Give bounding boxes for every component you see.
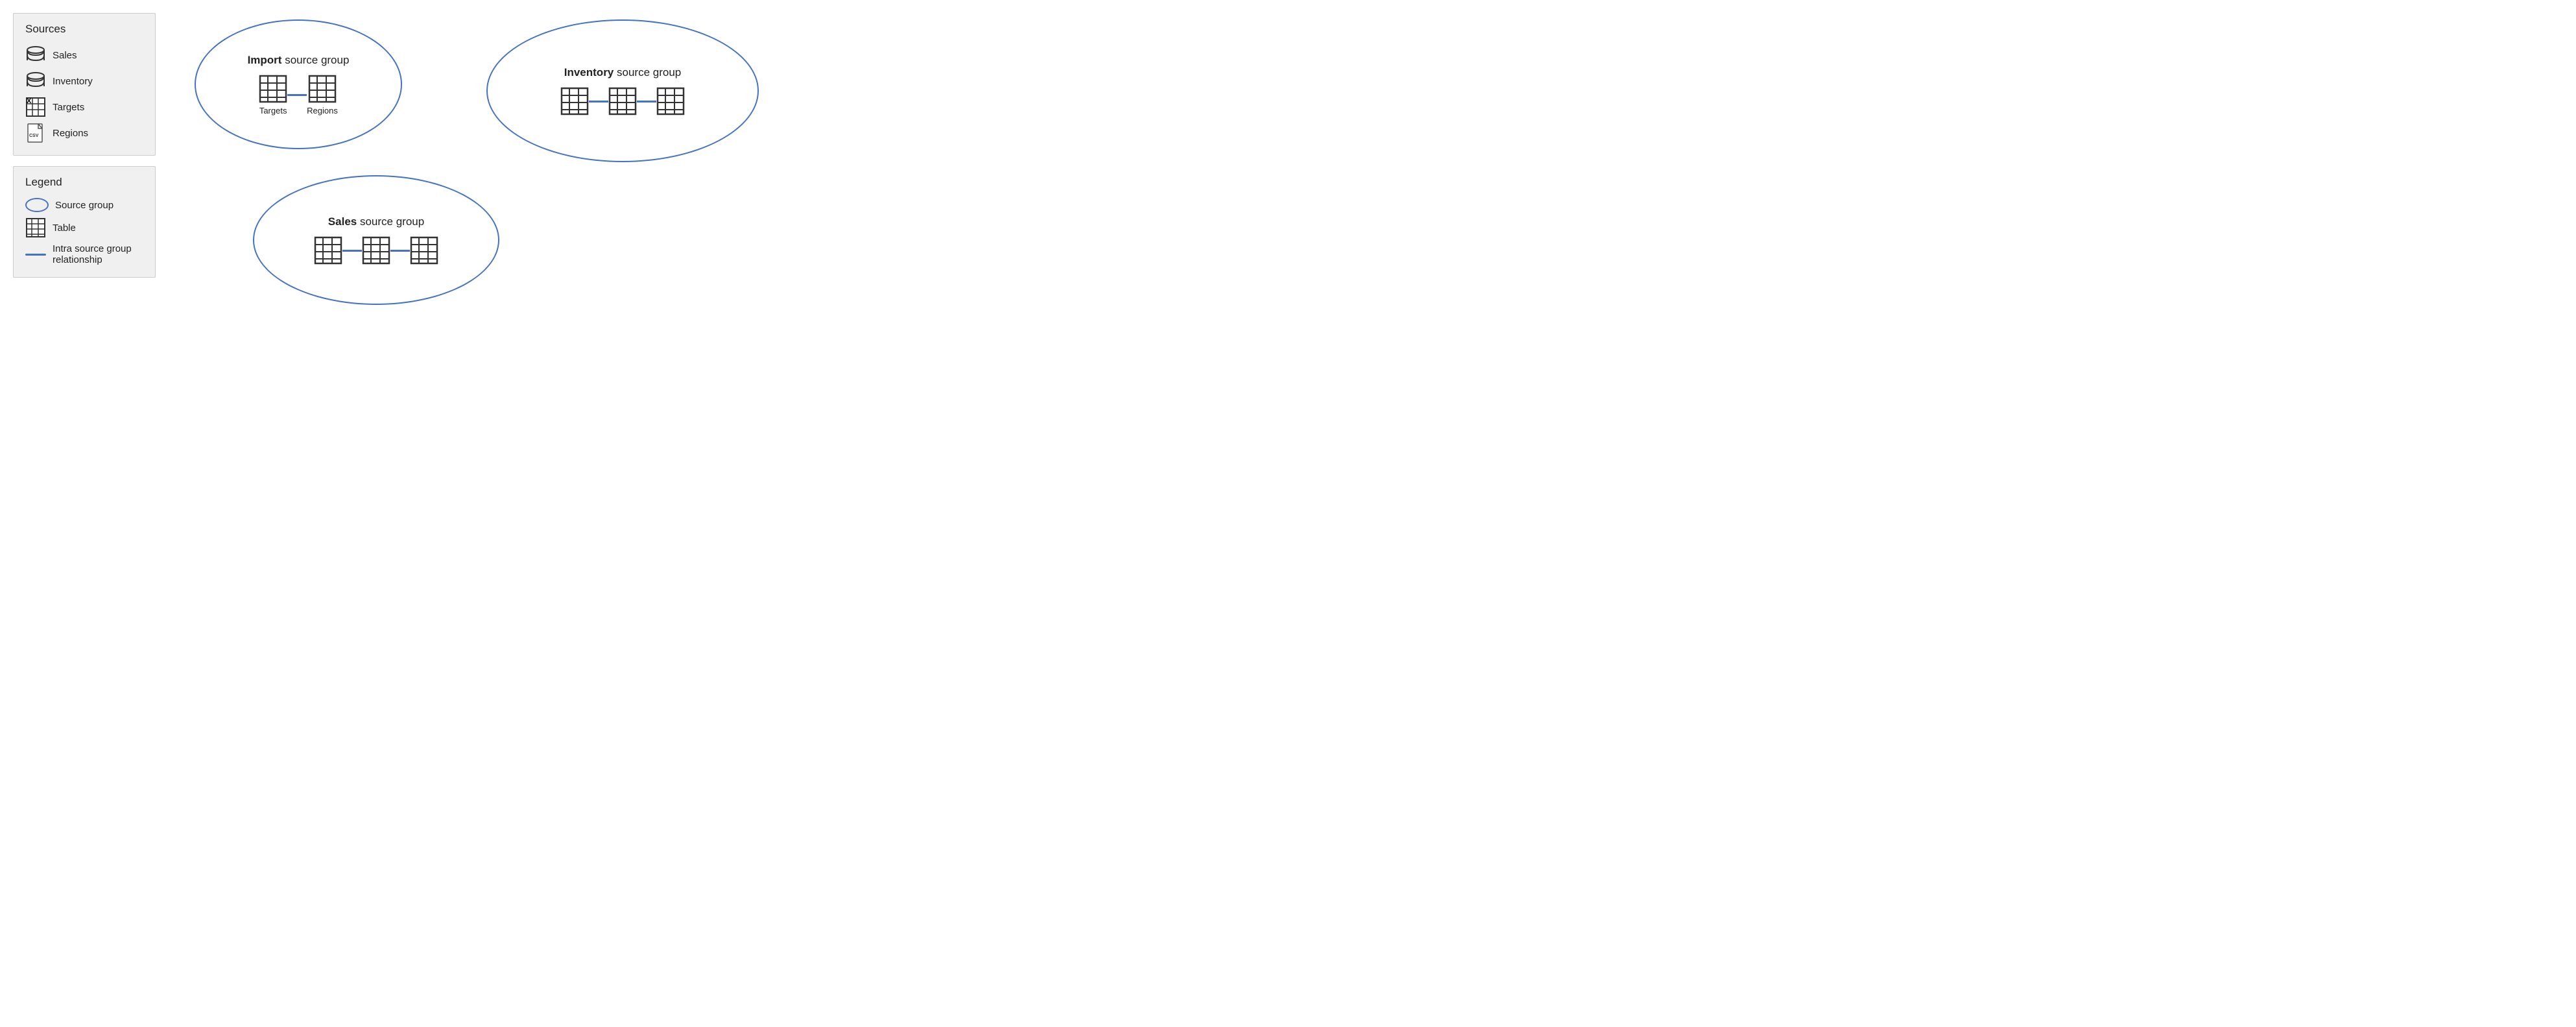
import-table-regions: Regions (307, 75, 338, 115)
sources-item-sales: Sales (25, 42, 143, 68)
table-icon-sales-2 (362, 236, 390, 265)
inventory-tables-row (560, 87, 685, 115)
line-legend-icon (25, 254, 46, 256)
table-icon-sales-1 (314, 236, 342, 265)
inventory-connector-1 (589, 101, 608, 103)
import-target-label: Targets (259, 106, 287, 115)
sales-connector-2 (390, 250, 410, 252)
sales-group-title: Sales source group (328, 215, 424, 228)
sales-connector-1 (342, 250, 362, 252)
sales-source-group: Sales source group (253, 175, 499, 305)
targets-label: Targets (53, 102, 84, 113)
import-regions-label: Regions (307, 106, 338, 115)
database-icon-inventory (25, 71, 46, 91)
sales-label: Sales (53, 50, 77, 61)
sources-box: Sources Sales Inventory (13, 13, 156, 156)
legend-sourcegroup-label: Source group (55, 200, 113, 211)
inventory-table-2 (608, 87, 637, 115)
sales-table-2 (362, 236, 390, 265)
legend-item-sourcegroup: Source group (25, 195, 143, 215)
sales-table-3 (410, 236, 438, 265)
import-group-title: Import source group (248, 54, 350, 67)
legend-title: Legend (25, 176, 143, 189)
table-icon-inv-1 (560, 87, 589, 115)
import-source-group: Import source group Targets (195, 19, 402, 149)
inventory-group-title: Inventory source group (564, 66, 681, 79)
legend-item-table: Table (25, 215, 143, 241)
inventory-connector-2 (637, 101, 656, 103)
left-panel: Sources Sales Inventory (13, 13, 156, 311)
import-connector-line (287, 94, 307, 96)
svg-text:X: X (27, 97, 32, 105)
regions-label: Regions (53, 128, 88, 139)
inventory-table-3 (656, 87, 685, 115)
table-icon-regions (308, 75, 337, 103)
excel-icon-targets: X (25, 97, 46, 117)
inventory-label: Inventory (53, 76, 93, 87)
import-tables-row: Targets Regions (259, 75, 338, 115)
table-icon-inv-2 (608, 87, 637, 115)
sources-item-regions: CSV Regions (25, 120, 143, 146)
inventory-source-group: Inventory source group (486, 19, 759, 162)
sources-item-targets: X Targets (25, 94, 143, 120)
legend-box: Legend Source group Table Intra source g… (13, 166, 156, 278)
sources-item-inventory: Inventory (25, 68, 143, 94)
database-icon-sales (25, 45, 46, 66)
diagram-area: Import source group Targets (175, 13, 765, 311)
table-icon-targets (259, 75, 287, 103)
legend-relationship-label: Intra source group relationship (53, 243, 143, 265)
svg-text:CSV: CSV (29, 134, 39, 138)
inventory-table-1 (560, 87, 589, 115)
csv-icon-regions: CSV (25, 123, 46, 143)
table-icon-inv-3 (656, 87, 685, 115)
sources-title: Sources (25, 23, 143, 36)
legend-table-label: Table (53, 223, 76, 234)
table-legend-icon (25, 217, 46, 238)
import-table-targets: Targets (259, 75, 287, 115)
ellipse-legend-icon (25, 198, 49, 212)
sales-tables-row (314, 236, 438, 265)
table-icon-sales-3 (410, 236, 438, 265)
legend-item-relationship: Intra source group relationship (25, 241, 143, 268)
sales-table-1 (314, 236, 342, 265)
